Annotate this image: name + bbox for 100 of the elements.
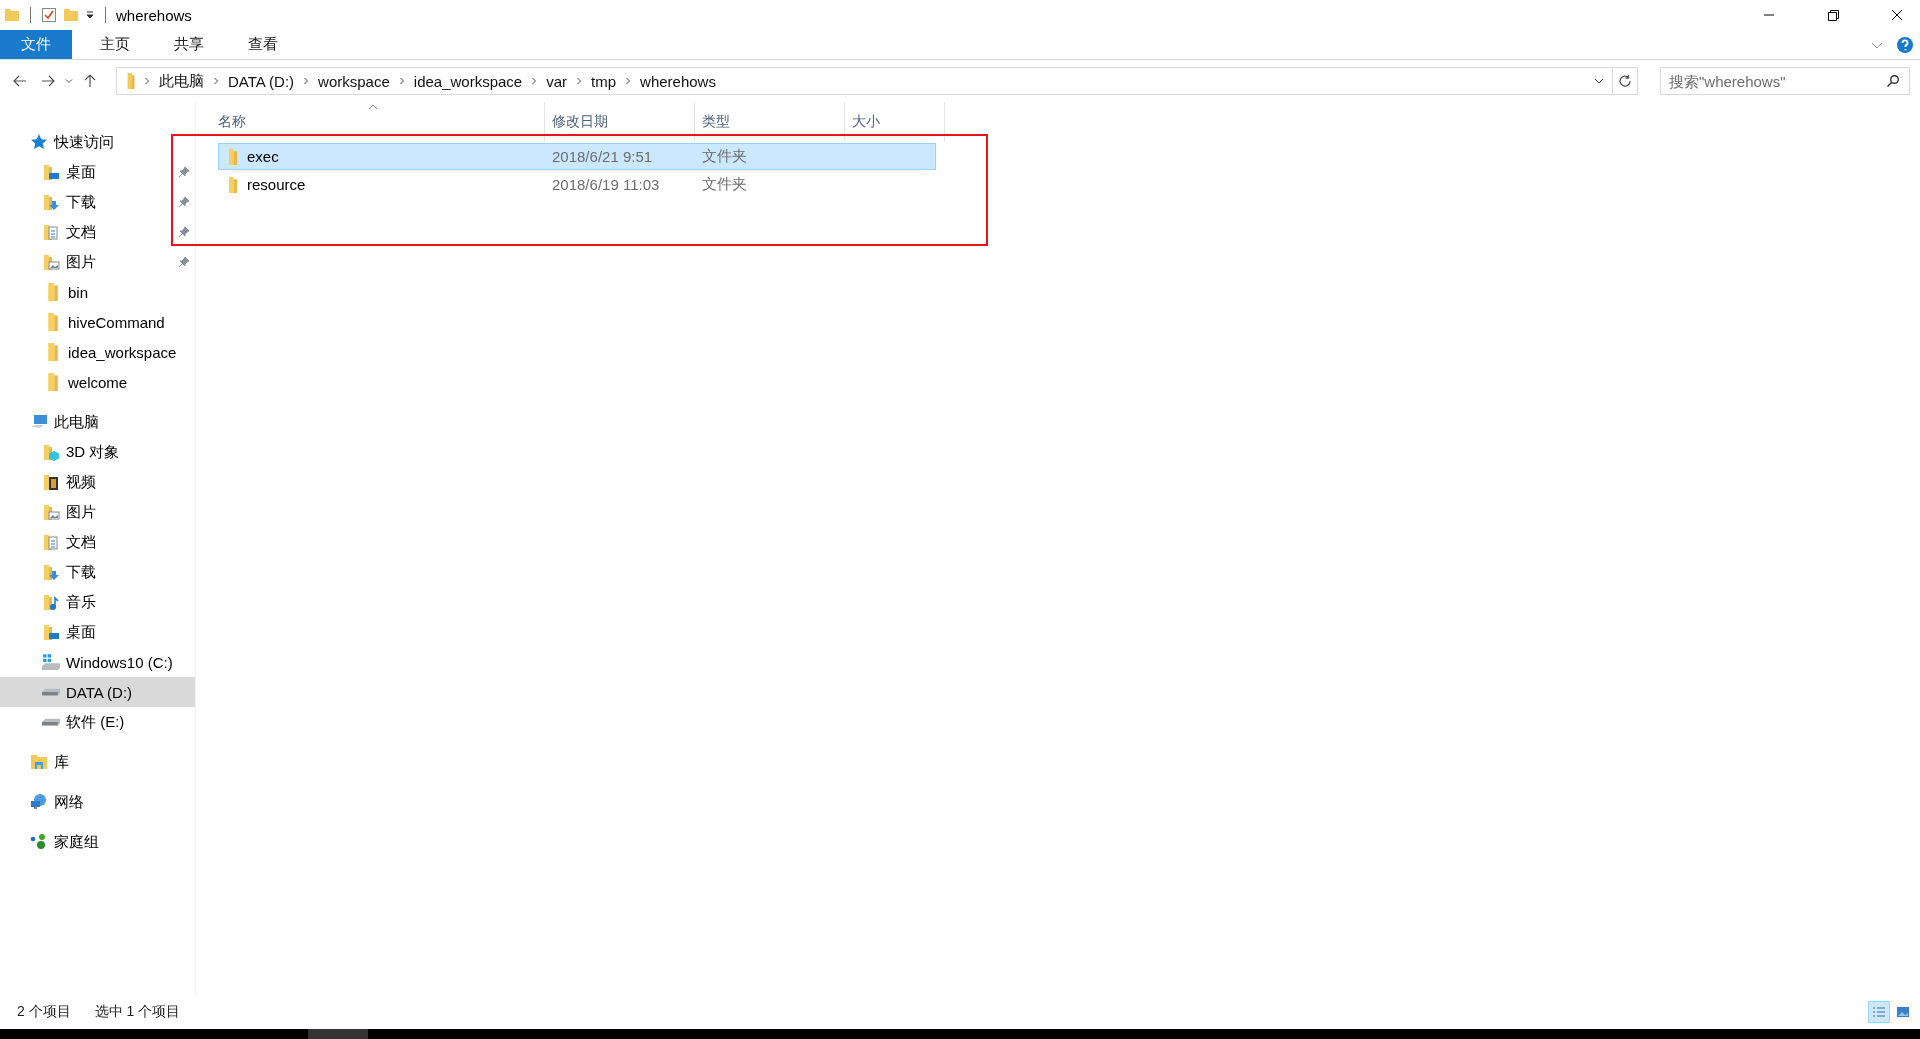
breadcrumb-item[interactable]: workspace (318, 72, 390, 90)
document-folder-icon (42, 533, 60, 551)
nav-label: 文档 (66, 222, 96, 242)
pictures-folder-icon (42, 253, 60, 271)
nav-label: 快速访问 (54, 132, 114, 152)
address-field[interactable]: 此电脑 DATA (D:) workspace idea_workspace var tmp wherehows (116, 67, 1613, 95)
forward-arrow-icon[interactable] (40, 73, 56, 89)
folder-icon (229, 148, 237, 165)
column-header[interactable]: 类型 (695, 102, 845, 142)
file-name: resource (247, 176, 306, 193)
nav-label: 图片 (66, 252, 96, 272)
nav-item[interactable]: 3D 对象 (0, 437, 195, 467)
nav-item[interactable]: DATA (D:) (0, 677, 195, 707)
chevron-right-icon[interactable] (143, 76, 151, 86)
up-arrow-icon[interactable] (82, 73, 98, 89)
ribbon-tab[interactable]: 查看 (226, 30, 300, 59)
nav-label: 文档 (66, 532, 96, 552)
nav-item[interactable]: 图片 (0, 497, 195, 527)
nav-item[interactable]: 桌面 (0, 157, 195, 187)
nav-label: 库 (54, 752, 69, 772)
refresh-button[interactable] (1613, 67, 1638, 95)
pin-icon[interactable] (178, 166, 190, 178)
nav-label: 软件 (E:) (66, 712, 125, 732)
document-folder-icon (42, 223, 60, 241)
column-header[interactable]: 大小 (845, 102, 945, 142)
nav-label: 视频 (66, 472, 96, 492)
column-header[interactable]: 修改日期 (545, 102, 695, 142)
file-menu-tab[interactable]: 文件 (0, 30, 72, 59)
dropdown-icon[interactable] (85, 10, 95, 20)
nav-item[interactable]: 视频 (0, 467, 195, 497)
nav-item[interactable]: 图片 (0, 247, 195, 277)
nav-label: DATA (D:) (66, 683, 133, 701)
pin-icon[interactable] (178, 256, 190, 268)
breadcrumb-item[interactable]: wherehows (640, 72, 716, 90)
back-arrow-icon[interactable] (12, 73, 28, 89)
nav-item[interactable]: 家庭组 (0, 827, 195, 857)
list-icon (1872, 1005, 1886, 1019)
pictures-folder-icon (42, 503, 60, 521)
desktop-folder-icon (42, 623, 60, 641)
nav-label: 家庭组 (54, 832, 99, 852)
music-folder-icon (42, 593, 60, 611)
chevron-right-icon[interactable] (212, 76, 220, 86)
file-type: 文件夹 (701, 147, 748, 166)
nav-item[interactable]: 库 (0, 747, 195, 777)
nav-item[interactable]: 网络 (0, 787, 195, 817)
search-field[interactable]: 搜索"wherehows" (1660, 67, 1910, 95)
help-icon[interactable] (1896, 35, 1914, 54)
nav-item[interactable]: 下载 (0, 187, 195, 217)
drive-icon (42, 653, 60, 671)
image-icon (1896, 1005, 1910, 1019)
breadcrumb-item[interactable]: DATA (D:) (228, 72, 295, 90)
nav-label: 3D 对象 (66, 442, 120, 462)
chevron-right-icon[interactable] (624, 76, 633, 86)
nav-label: 图片 (66, 502, 96, 522)
download-folder-icon (42, 563, 60, 581)
folder-icon (4, 7, 20, 23)
column-header[interactable]: 名称 (218, 102, 545, 142)
chevron-right-icon[interactable] (575, 76, 584, 86)
nav-item[interactable]: 此电脑 (0, 407, 195, 437)
chevron-right-icon[interactable] (530, 76, 539, 86)
ribbon-tab[interactable]: 共享 (152, 30, 226, 59)
nav-label: 桌面 (66, 622, 96, 642)
nav-item[interactable]: 快速访问 (0, 127, 195, 157)
breadcrumb-item[interactable]: tmp (591, 72, 617, 90)
homegroup-icon (30, 833, 48, 851)
details-view-button[interactable] (1868, 1001, 1890, 1023)
pin-icon[interactable] (178, 226, 190, 238)
window-title: wherehows (116, 6, 192, 24)
nav-label: idea_workspace (68, 343, 177, 361)
nav-item[interactable]: 下载 (0, 557, 195, 587)
nav-item[interactable]: 桌面 (0, 617, 195, 647)
file-row[interactable]: resource 2018/6/19 11:03 文件夹 (218, 171, 936, 198)
breadcrumb-item[interactable]: var (546, 72, 568, 90)
status-text: 选中 1 个项目 (94, 1003, 181, 1021)
modified-date: 2018/6/19 11:03 (551, 176, 661, 193)
nav-label: welcome (68, 373, 128, 391)
nav-item[interactable]: Windows10 (C:) (0, 647, 195, 677)
nav-item[interactable]: 文档 (0, 527, 195, 557)
search-icon[interactable] (1886, 74, 1900, 88)
nav-label: 音乐 (66, 592, 96, 612)
folder-icon (127, 73, 135, 89)
nav-item[interactable]: 音乐 (0, 587, 195, 617)
nav-item[interactable]: 软件 (E:) (0, 707, 195, 737)
nav-item[interactable]: 文档 (0, 217, 195, 247)
chevron-right-icon[interactable] (302, 76, 311, 86)
video-folder-icon (42, 473, 60, 491)
breadcrumb-item[interactable]: idea_workspace (413, 72, 523, 90)
nav-item[interactable]: idea_workspace (0, 337, 195, 367)
breadcrumb-item[interactable]: 此电脑 (159, 71, 204, 91)
desktop-folder-icon (42, 163, 60, 181)
nav-item[interactable]: hiveCommand (0, 307, 195, 337)
network-icon (30, 793, 48, 811)
pin-icon[interactable] (178, 196, 190, 208)
checkbox-icon[interactable] (41, 7, 57, 23)
chevron-right-icon[interactable] (397, 76, 406, 86)
nav-item[interactable]: welcome (0, 367, 195, 397)
file-row[interactable]: exec 2018/6/21 9:51 文件夹 (218, 143, 936, 170)
ribbon-tab[interactable]: 主页 (78, 30, 152, 59)
nav-label: hiveCommand (68, 313, 165, 331)
nav-item[interactable]: bin (0, 277, 195, 307)
